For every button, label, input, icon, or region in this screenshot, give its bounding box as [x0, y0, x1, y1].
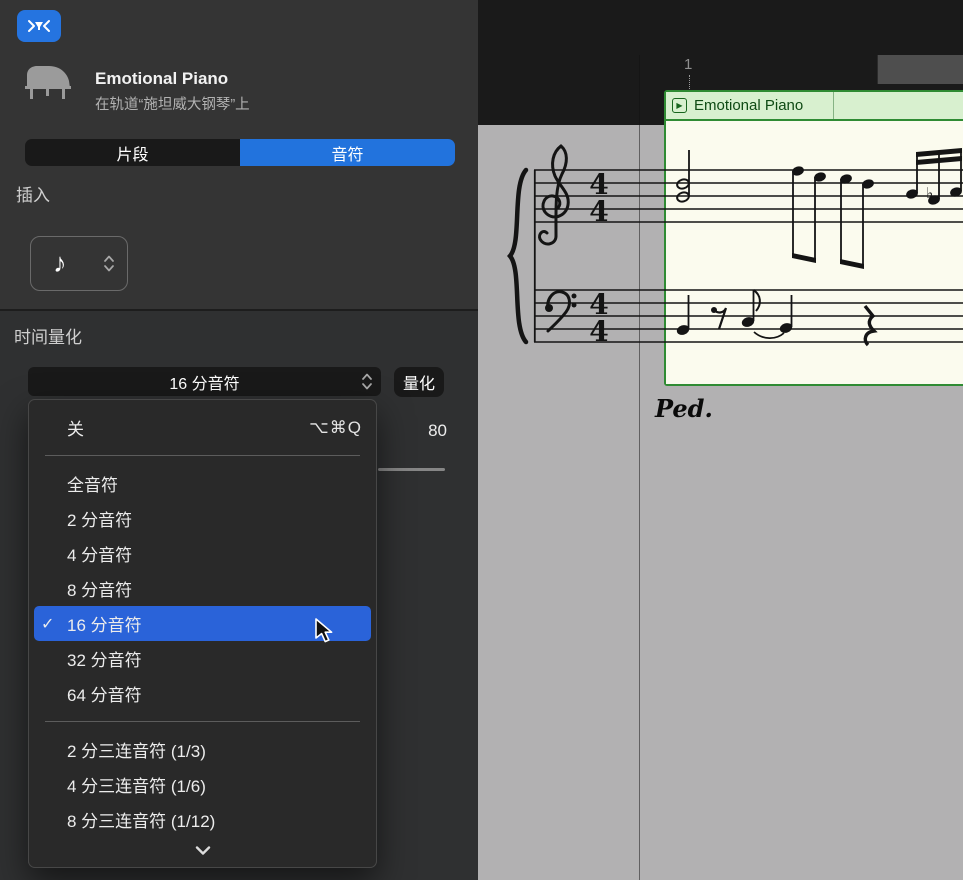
- quantize-value-popup[interactable]: 16 分音符: [28, 367, 381, 396]
- menu-item-eighth-triplet[interactable]: 8 分三连音符 (1/12): [29, 802, 376, 837]
- menu-item-half-triplet[interactable]: 2 分三连音符 (1/3): [29, 732, 376, 767]
- velocity-value[interactable]: 80: [406, 421, 447, 441]
- time-quantize-label: 时间量化: [14, 323, 82, 348]
- menu-separator: [45, 721, 360, 722]
- menu-item-eighth-note[interactable]: 8 分音符: [29, 571, 376, 606]
- velocity-slider[interactable]: [378, 468, 445, 471]
- menu-shortcut: ⌥⌘Q: [309, 418, 362, 438]
- garageband-window: Emotional Piano 在轨道“施坦威大钢琴”上 片段 音符 插入 ♪ …: [0, 0, 963, 880]
- bass-notes: [676, 290, 874, 345]
- treble-clef-icon: [540, 146, 569, 244]
- quantize-popup-value: 16 分音符: [169, 370, 239, 394]
- insert-label: 插入: [16, 181, 50, 206]
- bass-clef-icon: [545, 292, 577, 331]
- score-editor: 1 ▶ Emotional Piano: [478, 0, 963, 880]
- region-play-icon[interactable]: ▶: [672, 98, 687, 113]
- menu-item-whole-note[interactable]: 全音符: [29, 466, 376, 501]
- svg-text:4: 4: [589, 195, 608, 228]
- menu-separator: [45, 455, 360, 456]
- pedal-marking: Ped.: [655, 394, 713, 423]
- quarter-rest: [865, 306, 874, 345]
- tab-region[interactable]: 片段: [25, 139, 240, 166]
- grand-piano-icon: [20, 60, 76, 104]
- ruler-beat-1[interactable]: 1: [684, 56, 692, 73]
- selected-region-title: Emotional Piano: [95, 69, 228, 89]
- checkmark-icon: ✓: [41, 614, 67, 634]
- flat-accidental: ♭: [926, 184, 933, 202]
- menu-item-sixtyfourth-note[interactable]: 64 分音符: [29, 676, 376, 711]
- quantize-apply-button[interactable]: 量化: [394, 367, 444, 397]
- region-info-header: Emotional Piano 在轨道“施坦威大钢琴”上: [0, 58, 478, 110]
- editor-mode-tabs: 片段 音符: [25, 139, 455, 166]
- region-header: ▶ Emotional Piano: [666, 92, 963, 121]
- score-notation: 4 4 4 4: [502, 124, 963, 409]
- funnel-arrows-icon: [27, 19, 51, 33]
- track-subtitle: 在轨道“施坦威大钢琴”上: [95, 93, 250, 114]
- region-header-divider: [833, 92, 834, 119]
- chevron-up-down-icon: [104, 255, 114, 272]
- section-divider: [0, 309, 478, 311]
- menu-item-off[interactable]: 关 ⌥⌘Q: [29, 410, 376, 445]
- menu-item-thirtysecond-note[interactable]: 32 分音符: [29, 641, 376, 676]
- menu-item-half-note[interactable]: 2 分音符: [29, 501, 376, 536]
- grand-staff-brace: [510, 170, 526, 342]
- svg-text:4: 4: [589, 315, 608, 348]
- quantize-menu: 关 ⌥⌘Q 全音符 2 分音符 4 分音符 8 分音符 ✓ 16 分音符 32 …: [28, 399, 377, 868]
- chevron-down-icon: [195, 846, 211, 855]
- tab-notes[interactable]: 音符: [240, 139, 455, 166]
- time-signature: 4 4 4 4: [589, 168, 608, 348]
- midi-transform-button[interactable]: [17, 10, 61, 42]
- eighth-note-icon: ♪: [53, 250, 67, 277]
- insert-note-value-button[interactable]: ♪: [30, 236, 128, 291]
- region-name: Emotional Piano: [694, 97, 803, 114]
- menu-scroll-down-chevron[interactable]: [29, 837, 376, 863]
- menu-item-quarter-triplet[interactable]: 4 分三连音符 (1/6): [29, 767, 376, 802]
- menu-item-quarter-note[interactable]: 4 分音符: [29, 536, 376, 571]
- ruler-region-span: [877, 55, 963, 84]
- chevron-up-down-icon: [362, 373, 372, 390]
- menu-item-sixteenth-note-selected[interactable]: ✓ 16 分音符: [34, 606, 371, 641]
